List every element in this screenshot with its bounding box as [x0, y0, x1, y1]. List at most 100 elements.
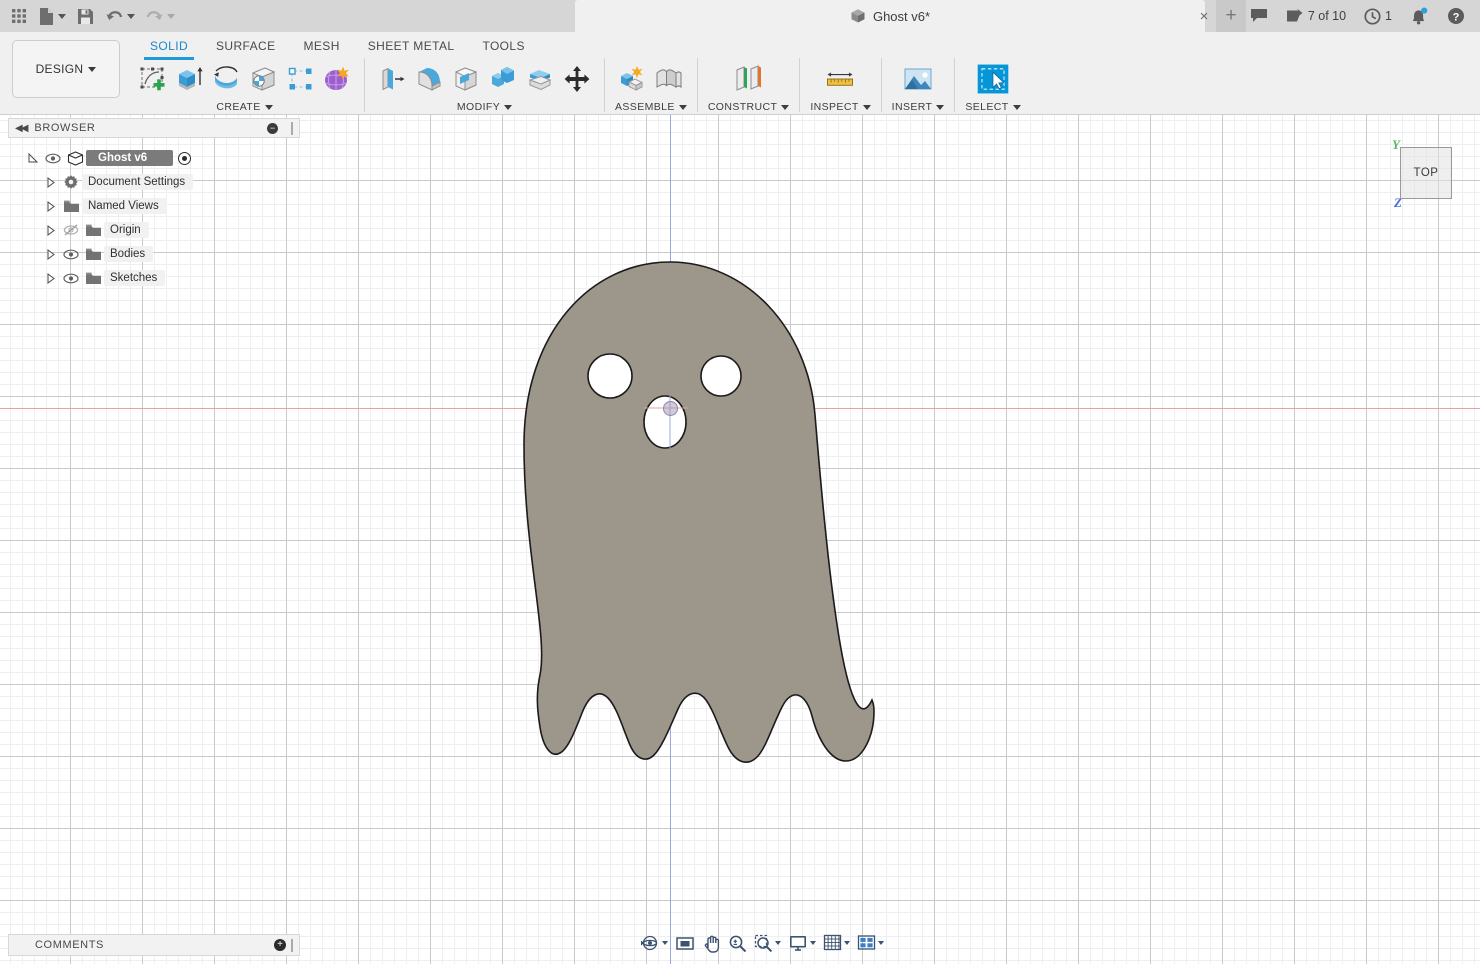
tab-sheet-metal[interactable]: SHEET METAL [354, 34, 469, 60]
origin-point-marker[interactable] [663, 401, 678, 416]
tab-solid[interactable]: SOLID [136, 34, 202, 60]
view-navigation-bar [637, 930, 887, 956]
split-face-icon[interactable] [523, 62, 557, 96]
viewports-button[interactable] [854, 931, 887, 955]
chevron-down-icon[interactable] [844, 941, 850, 945]
redo-button[interactable] [141, 2, 179, 30]
group-divider [799, 58, 800, 112]
display-settings-button[interactable] [785, 931, 819, 955]
new-component-icon[interactable] [615, 62, 649, 96]
measure-icon[interactable] [823, 62, 857, 96]
create-form-icon[interactable] [320, 62, 354, 96]
tab-mesh[interactable]: MESH [290, 34, 354, 60]
help-icon: ? [1447, 7, 1465, 25]
fit-button[interactable] [672, 931, 698, 955]
plus-circle-icon[interactable]: + [274, 939, 286, 951]
create-sketch-icon[interactable] [135, 62, 169, 96]
new-file-button[interactable] [34, 2, 70, 30]
panel-resize-grip[interactable] [291, 939, 293, 952]
tree-item-origin[interactable]: Origin [42, 218, 306, 242]
twisty-collapsed-icon[interactable] [42, 201, 60, 212]
press-pull-icon[interactable] [375, 62, 409, 96]
joint-icon[interactable] [652, 62, 686, 96]
job-status-indicator[interactable]: 7 of 10 [1279, 2, 1353, 30]
shell-icon[interactable] [449, 62, 483, 96]
chevron-down-icon[interactable] [810, 941, 816, 945]
zoom-icon [728, 934, 747, 953]
tree-item-ghost-v6[interactable]: Ghost v6 [24, 146, 306, 170]
select-window-icon[interactable] [976, 62, 1010, 96]
group-label-select[interactable]: SELECT [965, 101, 1020, 113]
visibility-eye-hidden-icon[interactable] [60, 224, 82, 236]
twisty-collapsed-icon[interactable] [42, 249, 60, 260]
close-tab-button[interactable]: × [1190, 0, 1218, 32]
group-label-inspect[interactable]: INSPECT [810, 101, 870, 113]
chevron-down-icon[interactable] [58, 14, 66, 19]
comments-panel-header[interactable]: COMMENTS + [8, 934, 300, 956]
workspace-switcher[interactable]: DESIGN [12, 40, 120, 98]
app-grid-button[interactable] [6, 2, 32, 30]
combine-icon[interactable] [486, 62, 520, 96]
zoom-window-button[interactable] [751, 931, 784, 955]
viewcube-top-face[interactable]: TOP [1400, 147, 1452, 199]
new-tab-button[interactable]: + [1216, 0, 1246, 32]
view-cube[interactable]: Y Z TOP [1390, 137, 1452, 199]
hole-icon[interactable] [246, 62, 280, 96]
group-label-construct[interactable]: CONSTRUCT [708, 101, 790, 113]
group-label-insert[interactable]: INSERT [892, 101, 945, 113]
bell-icon [1410, 7, 1429, 25]
insert-image-icon[interactable] [901, 62, 935, 96]
pattern-icon[interactable] [283, 62, 317, 96]
group-divider [604, 58, 605, 112]
zoom-button[interactable] [725, 931, 750, 955]
activate-component-radio[interactable] [178, 152, 191, 165]
pan-button[interactable] [699, 931, 724, 955]
twisty-expanded-icon[interactable] [24, 153, 42, 164]
revolve-icon[interactable] [209, 62, 243, 96]
twisty-collapsed-icon[interactable] [42, 177, 60, 188]
orbit-button[interactable] [637, 931, 671, 955]
ribbon-group-inspect: INSPECT [805, 58, 875, 113]
group-label-modify[interactable]: MODIFY [457, 101, 512, 113]
chevron-down-icon[interactable] [775, 941, 781, 945]
tree-item-named-views[interactable]: Named Views [42, 194, 306, 218]
tree-item-label: Origin [104, 222, 149, 238]
twisty-collapsed-icon[interactable] [42, 273, 60, 284]
tree-item-document-settings[interactable]: Document Settings [42, 170, 306, 194]
undo-button[interactable] [101, 2, 139, 30]
minus-circle-icon[interactable]: − [267, 123, 278, 134]
help-button[interactable]: ? [1440, 2, 1472, 30]
chevron-down-icon[interactable] [167, 14, 175, 19]
chevron-down-icon [863, 105, 871, 110]
group-label-assemble[interactable]: ASSEMBLE [615, 101, 687, 113]
visibility-eye-icon[interactable] [60, 249, 82, 260]
visibility-eye-icon[interactable] [42, 153, 64, 164]
visibility-eye-icon[interactable] [60, 273, 82, 284]
tab-surface[interactable]: SURFACE [202, 34, 289, 60]
save-button[interactable] [72, 2, 99, 30]
ribbon-group-create: CREATE [130, 58, 359, 113]
fillet-icon[interactable] [412, 62, 446, 96]
recent-activity-indicator[interactable]: 1 [1357, 2, 1399, 30]
title-bar: Ghost v6* × + 7 of 10 1 ? [0, 0, 1480, 32]
chevron-down-icon[interactable] [127, 14, 135, 19]
grid-snaps-button[interactable] [820, 931, 853, 955]
tree-item-sketches[interactable]: Sketches [42, 266, 306, 290]
group-label-create[interactable]: CREATE [216, 101, 272, 113]
move-copy-icon[interactable] [560, 62, 594, 96]
chevron-down-icon[interactable] [878, 941, 884, 945]
tab-tools[interactable]: TOOLS [468, 34, 538, 60]
browser-panel-header: ◀◀ BROWSER − [8, 118, 300, 138]
chevron-down-icon [88, 67, 96, 72]
extrude-icon[interactable] [172, 62, 206, 96]
offset-plane-icon[interactable] [732, 62, 766, 96]
comments-indicator[interactable] [1243, 2, 1275, 30]
panel-resize-grip[interactable] [291, 122, 293, 135]
notifications-bell[interactable] [1403, 2, 1436, 30]
chevron-down-icon[interactable] [662, 941, 668, 945]
tree-item-label: Bodies [104, 246, 153, 262]
twisty-collapsed-icon[interactable] [42, 225, 60, 236]
tree-item-bodies[interactable]: Bodies [42, 242, 306, 266]
collapse-left-icon[interactable]: ◀◀ [15, 123, 26, 134]
document-tab[interactable]: Ghost v6* [575, 0, 1205, 32]
